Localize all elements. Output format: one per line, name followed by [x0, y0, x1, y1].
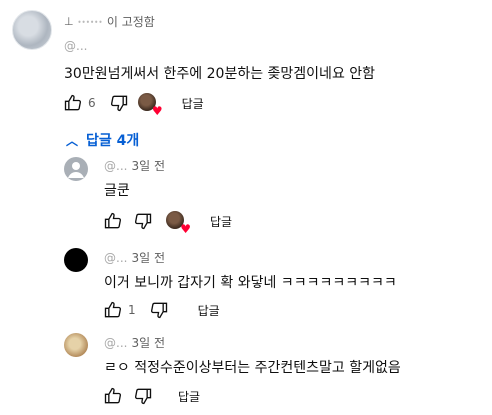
replies-toggle-label: 답글 4개 [86, 133, 140, 149]
reply-avatar[interactable] [64, 248, 88, 272]
reply-timestamp: 3일 전 [131, 251, 165, 265]
reply-button[interactable]: 답글 [178, 388, 200, 405]
like-count: 6 [88, 96, 96, 110]
thumb-up-icon[interactable] [62, 92, 84, 114]
thumb-down-icon[interactable] [108, 92, 130, 114]
reply-avatar[interactable] [64, 333, 88, 357]
pinned-label: 이 고정함 [106, 15, 155, 29]
reply-author[interactable]: @... 3일 전 [104, 157, 165, 174]
reply-actions: 1 답글 [102, 298, 220, 322]
pinned-comment-author[interactable]: @... [64, 39, 87, 53]
pinned-indicator: ⊥ ꞏꞏꞏꞏꞏꞏ 이 고정함 [64, 13, 155, 30]
reply-timestamp: 3일 전 [131, 336, 165, 350]
creator-heart-icon: ♥ [137, 93, 163, 117]
reply-actions: ♥ 답글 [102, 209, 232, 235]
thumb-up-icon[interactable] [102, 299, 124, 321]
thumb-down-icon[interactable] [148, 299, 170, 321]
pinned-comment-actions: 6 ♥ 답글 [62, 91, 204, 117]
thumb-up-icon[interactable] [102, 385, 124, 407]
replies-toggle[interactable]: ︿ 답글 4개 [66, 130, 139, 150]
reply-text: 글쿤 [104, 183, 130, 199]
pinned-author-avatar[interactable] [12, 10, 52, 50]
reply-text: ㄹㅇ 적정수준이상부터는 주간컨텐츠말고 할게없음 [104, 360, 401, 376]
like-count: 1 [128, 303, 136, 317]
reply-text: 이거 보니까 갑자기 확 와닿네 ㅋㅋㅋㅋㅋㅋㅋㅋㅋ [104, 275, 397, 291]
reply-avatar[interactable] [64, 157, 88, 181]
pin-icon: ⊥ [64, 15, 74, 28]
pinned-comment-text: 30만원넘게써서 한주에 20분하는 좆망겜이네요 안함 [64, 66, 376, 82]
reply-button[interactable]: 답글 [210, 213, 232, 230]
reply-author[interactable]: @... 3일 전 [104, 334, 165, 351]
reply-button[interactable]: 답글 [182, 95, 204, 112]
thumb-up-icon[interactable] [102, 210, 124, 232]
thumb-down-icon[interactable] [132, 210, 154, 232]
pinned-by-blurred: ꞏꞏꞏꞏꞏꞏ [77, 15, 103, 29]
reply-button[interactable]: 답글 [198, 302, 220, 319]
reply-actions: 답글 [102, 384, 200, 408]
thumb-down-icon[interactable] [132, 385, 154, 407]
reply-author[interactable]: @... 3일 전 [104, 249, 165, 266]
reply-timestamp: 3일 전 [131, 159, 165, 173]
chevron-up-icon: ︿ [66, 133, 79, 148]
creator-heart-icon: ♥ [166, 211, 191, 235]
